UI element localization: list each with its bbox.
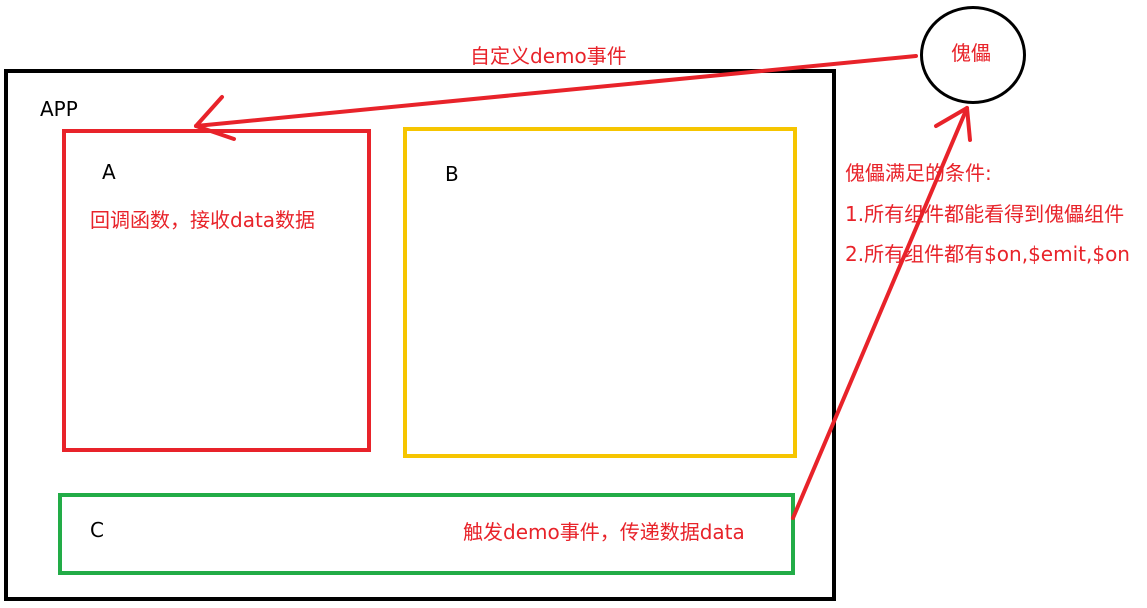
app-label: APP (40, 97, 78, 121)
component-c-note: 触发demo事件，传递数据data (463, 520, 745, 544)
conditions-title: 傀儡满足的条件: (845, 161, 992, 185)
component-a-label: A (102, 160, 116, 184)
component-b-label: B (445, 162, 459, 186)
component-a-note: 回调函数，接收data数据 (90, 208, 316, 232)
condition-item: 1.所有组件都能看得到傀儡组件 (845, 202, 1125, 226)
event-bus-label: 傀儡 (951, 41, 991, 65)
emit-arrowhead (934, 106, 972, 142)
condition-item: 2.所有组件都有$on,$emit,$on (845, 242, 1130, 266)
component-b-box (403, 127, 797, 458)
component-c-label: C (90, 518, 104, 542)
custom-event-label: 自定义demo事件 (470, 44, 627, 68)
